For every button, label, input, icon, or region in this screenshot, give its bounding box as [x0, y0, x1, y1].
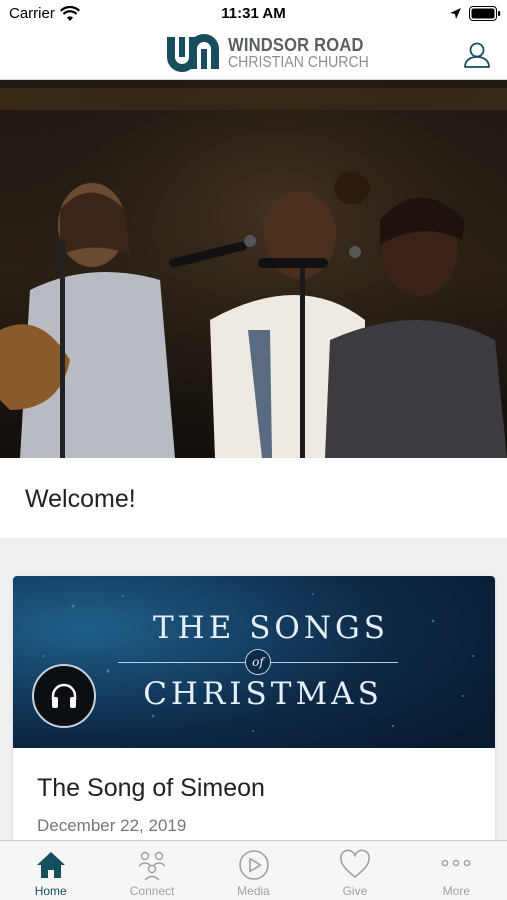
sermon-date: December 22, 2019 [37, 816, 187, 835]
media-type-badge[interactable] [32, 664, 96, 728]
hero-photo [0, 80, 507, 458]
logo-mark-icon [167, 34, 219, 72]
card-banner: THE SONGS of CHRISTMAS [13, 576, 495, 748]
home-icon [36, 852, 65, 878]
headphones-icon [51, 683, 77, 708]
sermon-card[interactable]: THE SONGS of CHRISTMAS The Song of Simeo… [13, 576, 495, 866]
sermon-title: The Song of Simeon [37, 774, 265, 802]
tab-more-label: More [442, 884, 470, 898]
banner-title-1: THE SONGS [153, 610, 389, 646]
app-header: WINDSOR ROAD CHRISTIAN CHURCH [0, 28, 507, 80]
tab-home-label: Home [34, 884, 67, 898]
tab-connect[interactable]: Connect [101, 841, 202, 900]
location-icon [450, 8, 461, 19]
tab-bar: Home Connect Media Give More [0, 840, 507, 900]
logo-line-2: CHRISTIAN CHURCH [228, 53, 369, 71]
tab-more[interactable]: More [406, 841, 507, 900]
more-icon [442, 859, 471, 867]
battery-icon [469, 6, 501, 21]
logo-line-1: WINDSOR ROAD [228, 34, 364, 55]
church-logo[interactable]: WINDSOR ROAD CHRISTIAN CHURCH [166, 33, 388, 73]
banner-of: of [252, 655, 264, 669]
clock: 11:31 AM [221, 5, 286, 22]
profile-icon[interactable] [462, 40, 492, 70]
banner-of-badge: of [245, 649, 271, 675]
tab-connect-label: Connect [129, 884, 175, 898]
heart-icon [339, 849, 370, 878]
status-bar: Carrier 11:31 AM [0, 0, 507, 28]
tab-media[interactable]: Media [203, 841, 304, 900]
welcome-title: Welcome! [25, 485, 136, 513]
tab-give[interactable]: Give [304, 841, 405, 900]
hero-image[interactable] [0, 80, 507, 458]
play-icon [238, 850, 269, 880]
welcome-section: Welcome! [0, 458, 507, 538]
banner-title-2: CHRISTMAS [143, 676, 383, 712]
tab-home[interactable]: Home [0, 841, 101, 900]
people-icon [138, 851, 166, 881]
tab-give-label: Give [342, 884, 368, 898]
tab-media-label: Media [237, 884, 270, 898]
